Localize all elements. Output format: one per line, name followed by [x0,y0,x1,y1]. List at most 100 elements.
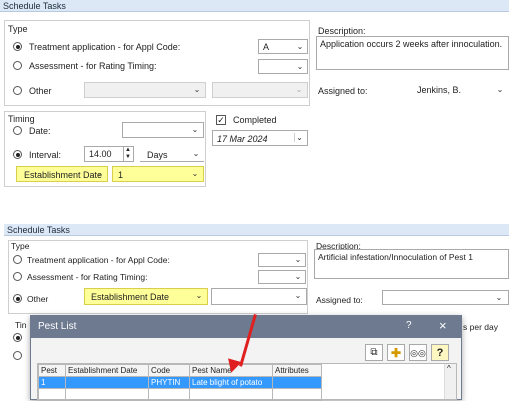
interval-from-select[interactable]: Establishment Date ⌄ [16,166,108,182]
bottom-dialog-titlebar: Schedule Tasks [4,224,509,236]
binoculars-icon[interactable]: ◎◎ [409,344,427,361]
bottom-dialog-title: Schedule Tasks [7,225,70,235]
appl-code-select[interactable]: A ⌄ [258,39,308,54]
bottom-per-day-partial: s per day [463,322,498,332]
chevron-down-icon: ⌄ [296,62,304,71]
assigned-to-select[interactable]: Jenkins, B. ⌄ [400,82,509,98]
rating-timing-select[interactable]: ⌄ [258,59,308,74]
interval-pest-select[interactable]: 1 ⌄ [112,166,204,182]
table-row[interactable]: 1 PHYTIN Late blight of potato [38,376,322,389]
interval-unit-value: Days [147,150,168,160]
interval-unit-select[interactable]: Days ⌄ [140,146,204,162]
cell-code: PHYTIN [148,376,190,389]
description-field[interactable]: Application occurs 2 weeks after innocul… [316,36,509,70]
appl-code-value: A [263,42,270,52]
interval-radio-label: Interval: [29,150,62,160]
pest-list-titlebar: Pest List ? × [31,316,461,338]
column-header[interactable]: Attributes [272,364,322,377]
chevron-down-icon: ⌄ [296,42,304,51]
completed-checkbox[interactable]: ✓ [216,115,226,125]
treatment-radio[interactable] [13,42,22,51]
pest-list-dialog: Pest List ? × ⧉ ✚ ◎◎ ? Pest Establishmen… [30,315,462,401]
pest-grid-header: Pest Establishment Date Code Pest Name A… [38,364,322,377]
other-select[interactable]: ⌄ [84,82,206,98]
bottom-description-text: Artificial infestation/Innoculation of P… [318,252,473,262]
column-header[interactable]: Establishment Date [65,364,149,377]
date-field[interactable]: ⌄ [122,122,204,138]
pest-list-toolbar: ⧉ ✚ ◎◎ ? [365,344,457,362]
table-row[interactable] [38,388,322,401]
chevron-down-icon: ⌄ [294,255,302,264]
scroll-up-icon[interactable]: ^ [447,364,451,373]
bottom-rating-timing-select[interactable]: ⌄ [258,270,306,284]
pest-list-help-button[interactable]: ? [406,320,412,331]
bottom-type-group-label: Type [11,241,30,251]
chevron-down-icon: ⌄ [195,291,203,300]
top-dialog-title: Schedule Tasks [3,1,66,11]
type-group-label: Type [8,24,28,34]
pest-grid-scrollbar[interactable]: ^ [444,364,456,399]
interval-pest-value: 1 [118,170,124,180]
pest-grid-container: Pest Establishment Date Code Pest Name A… [37,363,457,401]
cell-attributes [272,376,322,389]
other-radio-label: Other [29,86,52,96]
completed-label: Completed [233,115,277,125]
bottom-other-radio[interactable] [13,294,22,303]
bottom-timing-label-partial: Tin [15,320,27,330]
interval-radio[interactable] [13,150,22,159]
completed-date-value: 17 Mar 2024 [217,134,268,144]
bottom-assessment-radio[interactable] [13,272,22,281]
chevron-down-icon: ⌄ [295,85,303,94]
assigned-to-label: Assigned to: [318,86,368,96]
bottom-treatment-label: Treatment application - for Appl Code: [27,255,170,265]
description-label: Description: [318,26,366,36]
assigned-to-value: Jenkins, B. [417,85,462,95]
interval-from-value: Establishment Date [24,170,103,180]
treatment-radio-label: Treatment application - for Appl Code: [29,42,181,52]
pest-list-title: Pest List [38,321,77,332]
pest-grid: Pest Establishment Date Code Pest Name A… [38,364,322,401]
column-header[interactable]: Pest [38,364,66,377]
chevron-down-icon: ⌄ [191,169,199,178]
assessment-radio[interactable] [13,61,22,70]
pest-cross-icon[interactable]: ✚ [387,344,405,361]
bottom-timing-radio-1[interactable] [13,333,22,342]
chevron-down-icon: ⌄ [191,125,199,134]
chevron-down-icon: ⌄ [495,293,503,302]
help-icon[interactable]: ? [431,344,449,361]
timing-group-label: Timing [8,114,35,124]
column-header[interactable]: Code [148,364,190,377]
bottom-other-label: Other [27,294,49,304]
date-radio-label: Date: [29,126,51,136]
date-radio[interactable] [13,126,22,135]
chevron-down-icon: ⌄ [192,149,200,158]
completed-date-field[interactable]: 17 Mar 2024 ⌄ [212,130,308,146]
cell-pest: 1 [38,376,66,389]
bottom-timing-radio-2[interactable] [13,351,22,360]
other-radio[interactable] [13,86,22,95]
interval-stepper[interactable]: 14.00 ▲ ▼ [84,146,134,162]
bottom-assigned-select[interactable]: ⌄ [382,290,509,305]
interval-value: 14.00 [89,149,112,159]
chevron-down-icon: ⌄ [496,85,504,94]
cell-pest-name: Late blight of potato [189,376,273,389]
bottom-treatment-radio[interactable] [13,255,22,264]
chevron-down-icon: ⌄ [294,272,302,281]
top-dialog-titlebar: Schedule Tasks [0,0,509,12]
bottom-appl-code-select[interactable]: ⌄ [258,253,306,267]
other-secondary-select[interactable]: ⌄ [212,82,308,98]
bottom-other-select[interactable]: Establishment Date ⌄ [84,288,208,305]
chevron-down-icon: ⌄ [294,291,302,300]
cell-establishment-date [65,376,149,389]
bottom-other-secondary-select[interactable]: ⌄ [211,288,307,305]
assessment-radio-label: Assessment - for Rating Timing: [29,61,157,71]
chevron-down-icon: ⌄ [193,85,201,94]
description-text: Application occurs 2 weeks after innocul… [320,39,503,49]
bottom-assessment-label: Assessment - for Rating Timing: [27,272,148,282]
copy-icon[interactable]: ⧉ [365,344,383,361]
bottom-description-field[interactable]: Artificial infestation/Innoculation of P… [314,249,509,279]
bottom-other-value: Establishment Date [91,292,170,302]
bottom-assigned-label: Assigned to: [316,295,363,305]
close-icon[interactable]: × [439,318,447,333]
stepper-arrows-icon[interactable]: ▲ ▼ [123,147,132,161]
